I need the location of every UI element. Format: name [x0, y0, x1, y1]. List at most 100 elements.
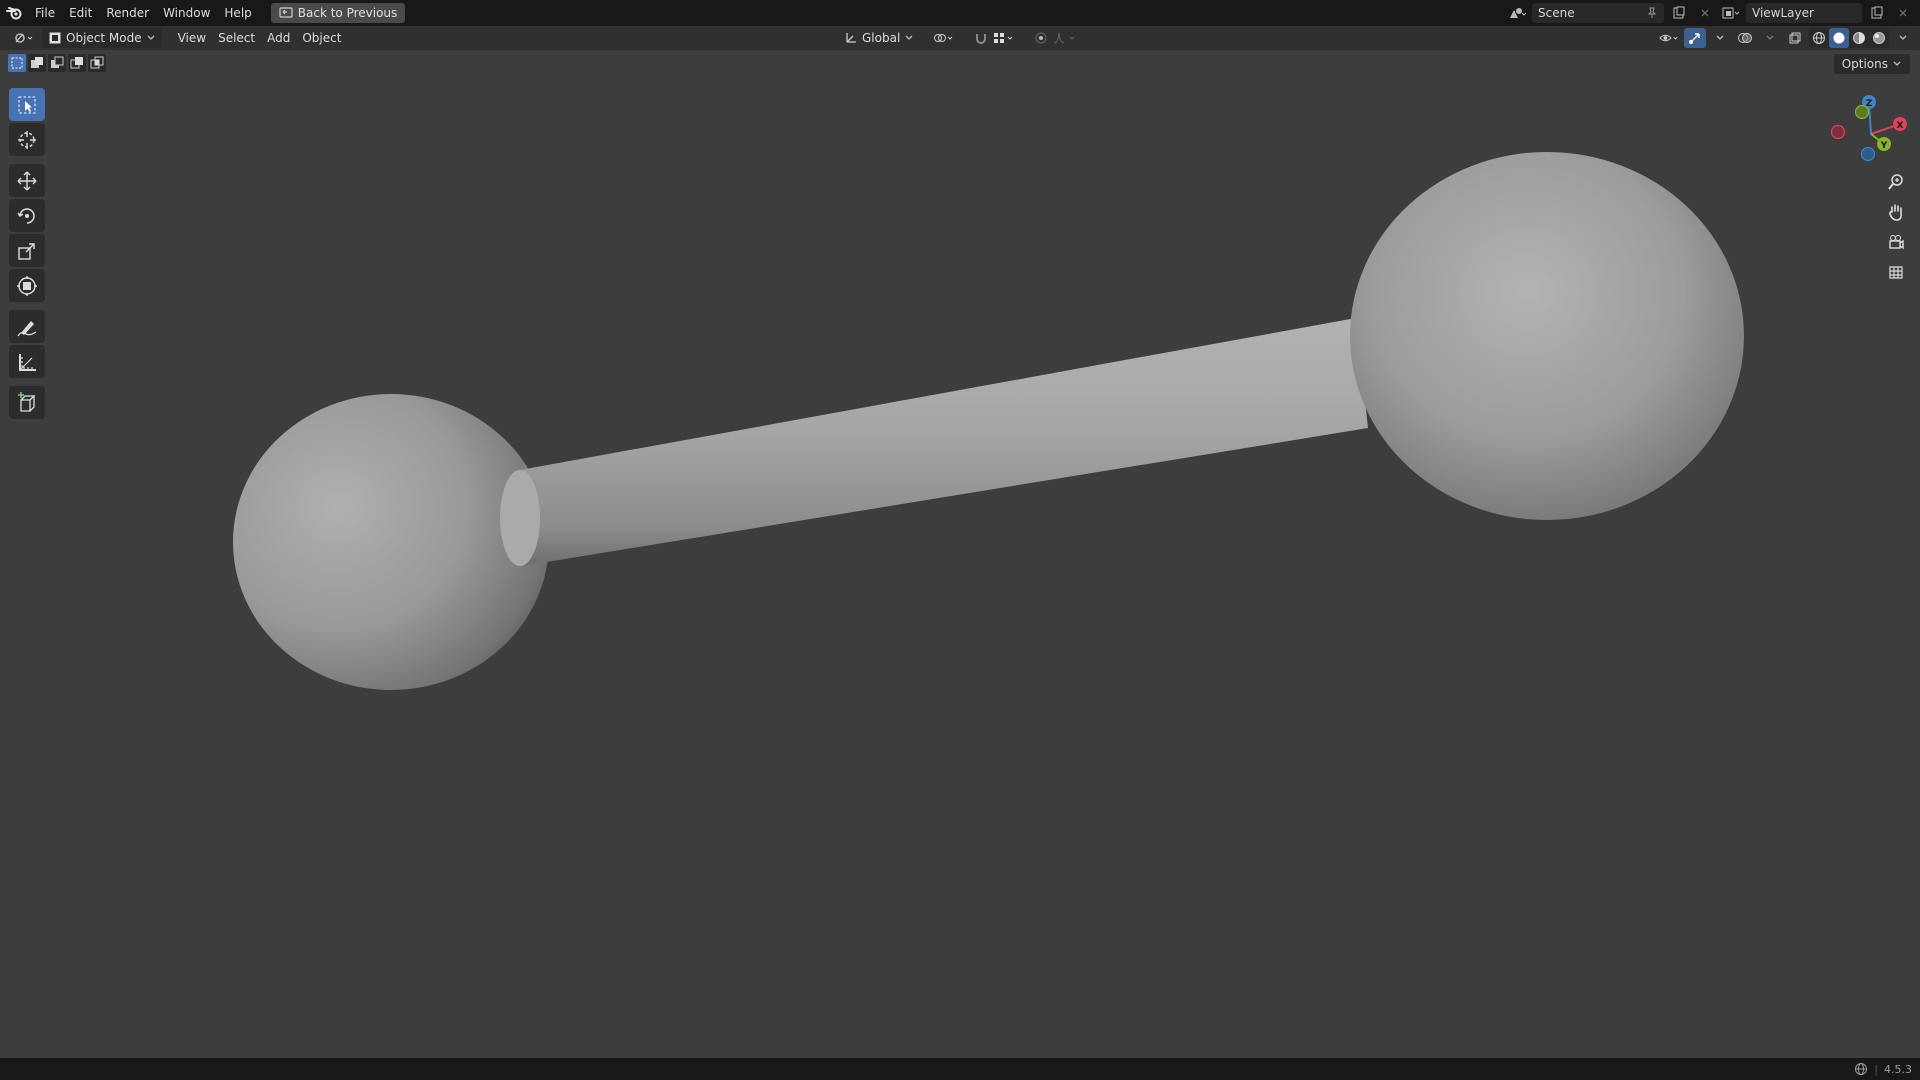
viewport-display-tools: [1659, 26, 1914, 50]
falloff-curve-icon: [1054, 32, 1075, 44]
measure-tool[interactable]: [9, 345, 45, 378]
grid-icon: [1889, 266, 1903, 279]
wireframe-sphere-icon: [1813, 32, 1825, 44]
add-cube-icon: [18, 391, 36, 412]
new-scene-icon[interactable]: [1668, 3, 1690, 23]
pencil-icon: [17, 320, 37, 336]
proportional-editing-toggle[interactable]: [1028, 28, 1084, 48]
viewlayer-browse-icon[interactable]: [1720, 3, 1742, 23]
status-bar: | 4.5.3: [0, 1058, 1920, 1080]
add-cube-tool[interactable]: [9, 386, 45, 419]
status-divider: |: [1874, 1062, 1878, 1076]
chevron-down-icon: [1766, 35, 1774, 40]
rotate-tool[interactable]: [9, 199, 45, 232]
snap-toggle[interactable]: [968, 28, 1022, 48]
overlays-toggle[interactable]: [1734, 28, 1756, 48]
scene-browse-icon[interactable]: [1506, 3, 1528, 23]
menu-object[interactable]: Object: [296, 28, 347, 48]
pan-view-button[interactable]: [1881, 198, 1911, 226]
menu-view[interactable]: View: [172, 28, 212, 48]
neg-y-axis-handle[interactable]: [1854, 104, 1870, 120]
pin-icon[interactable]: [1646, 7, 1658, 19]
mode-label: Object Mode: [66, 31, 142, 45]
shading-dropdown[interactable]: [1892, 28, 1914, 48]
chevron-down-icon: [147, 35, 155, 40]
top-bar: File Edit Render Window Help Back to Pre…: [0, 0, 1920, 26]
overlays-dropdown[interactable]: [1759, 28, 1781, 48]
select-box-tool[interactable]: [9, 88, 45, 121]
transform-tool[interactable]: [9, 269, 45, 302]
scene-name-field[interactable]: Scene: [1532, 3, 1664, 23]
move-arrows-icon: [17, 171, 37, 190]
globe-icon[interactable]: [1854, 1062, 1868, 1076]
hand-icon: [1889, 204, 1902, 221]
cursor-icon: [18, 130, 36, 149]
new-viewlayer-icon[interactable]: [1866, 3, 1888, 23]
zoom-view-button[interactable]: [1881, 168, 1911, 196]
gizmo-icon: [1689, 33, 1700, 44]
gizmo-dropdown[interactable]: [1709, 28, 1731, 48]
connecting-rod[interactable]: [500, 318, 1368, 566]
delete-scene-icon[interactable]: [1694, 3, 1716, 23]
view-navigation-buttons: [1881, 168, 1911, 288]
ortho-toggle-button[interactable]: [1881, 258, 1911, 286]
delete-viewlayer-icon[interactable]: [1892, 3, 1914, 23]
cursor-tool[interactable]: [9, 123, 45, 156]
transform-orientation-select[interactable]: Global: [838, 28, 920, 48]
xray-icon: [1789, 32, 1801, 44]
neg-x-axis-handle[interactable]: [1830, 124, 1846, 140]
solid-shading-button[interactable]: [1829, 28, 1849, 48]
tool-shelf: [9, 88, 47, 421]
material-sphere-icon: [1853, 32, 1865, 44]
navigation-gizmo[interactable]: X Z Y: [1826, 92, 1908, 170]
left-sphere[interactable]: [233, 394, 549, 690]
screen-back-icon: [279, 7, 293, 18]
ruler-icon: [19, 353, 36, 371]
transform-tools: Global: [838, 26, 1084, 50]
camera-icon: [1889, 235, 1904, 250]
right-sphere[interactable]: [1350, 152, 1744, 520]
neg-z-axis-handle[interactable]: [1860, 146, 1876, 162]
version-label: 4.5.3: [1884, 1062, 1912, 1076]
pivot-point-select[interactable]: [926, 28, 962, 48]
transform-orientation-label: Global: [862, 31, 901, 45]
menu-help[interactable]: Help: [217, 0, 258, 26]
scale-tool[interactable]: [9, 234, 45, 267]
scale-icon: [18, 242, 35, 260]
zoom-icon: [1888, 174, 1903, 190]
menu-select[interactable]: Select: [212, 28, 261, 48]
rendered-sphere-icon: [1873, 32, 1885, 44]
back-to-previous-button[interactable]: Back to Previous: [270, 3, 406, 23]
viewlayer-name: ViewLayer: [1752, 6, 1814, 20]
snap-increment-icon: [994, 33, 1013, 43]
viewport-3d[interactable]: [0, 50, 1920, 1058]
shading-mode-group: [1809, 28, 1889, 48]
menu-edit[interactable]: Edit: [62, 0, 99, 26]
rotate-icon: [17, 207, 35, 224]
menu-render[interactable]: Render: [99, 0, 156, 26]
move-tool[interactable]: [9, 164, 45, 197]
overlays-icon: [1738, 33, 1752, 43]
pivot-point-icon: [934, 34, 953, 42]
annotate-tool[interactable]: [9, 310, 45, 343]
xray-toggle[interactable]: [1784, 28, 1806, 48]
material-preview-button[interactable]: [1849, 28, 1869, 48]
blender-logo-icon[interactable]: [0, 0, 28, 26]
chevron-down-icon: [1899, 35, 1907, 40]
menu-window[interactable]: Window: [156, 0, 217, 26]
gizmo-toggle[interactable]: [1684, 28, 1706, 48]
rendered-shading-button[interactable]: [1869, 28, 1889, 48]
x-axis-label: X: [1897, 121, 1904, 131]
camera-view-button[interactable]: [1881, 228, 1911, 256]
menu-add[interactable]: Add: [261, 28, 296, 48]
workspace-selectors: Scene ViewLayer: [1506, 0, 1920, 26]
editor-type-button[interactable]: [8, 28, 42, 48]
menu-file[interactable]: File: [28, 0, 62, 26]
wireframe-shading-button[interactable]: [1809, 28, 1829, 48]
viewlayer-name-field[interactable]: ViewLayer: [1746, 3, 1862, 23]
visibility-select[interactable]: [1659, 28, 1681, 48]
eye-icon: [1659, 34, 1678, 42]
mode-select[interactable]: Object Mode: [42, 28, 162, 48]
chevron-down-icon: [905, 35, 913, 40]
select-box-icon: [18, 96, 36, 113]
